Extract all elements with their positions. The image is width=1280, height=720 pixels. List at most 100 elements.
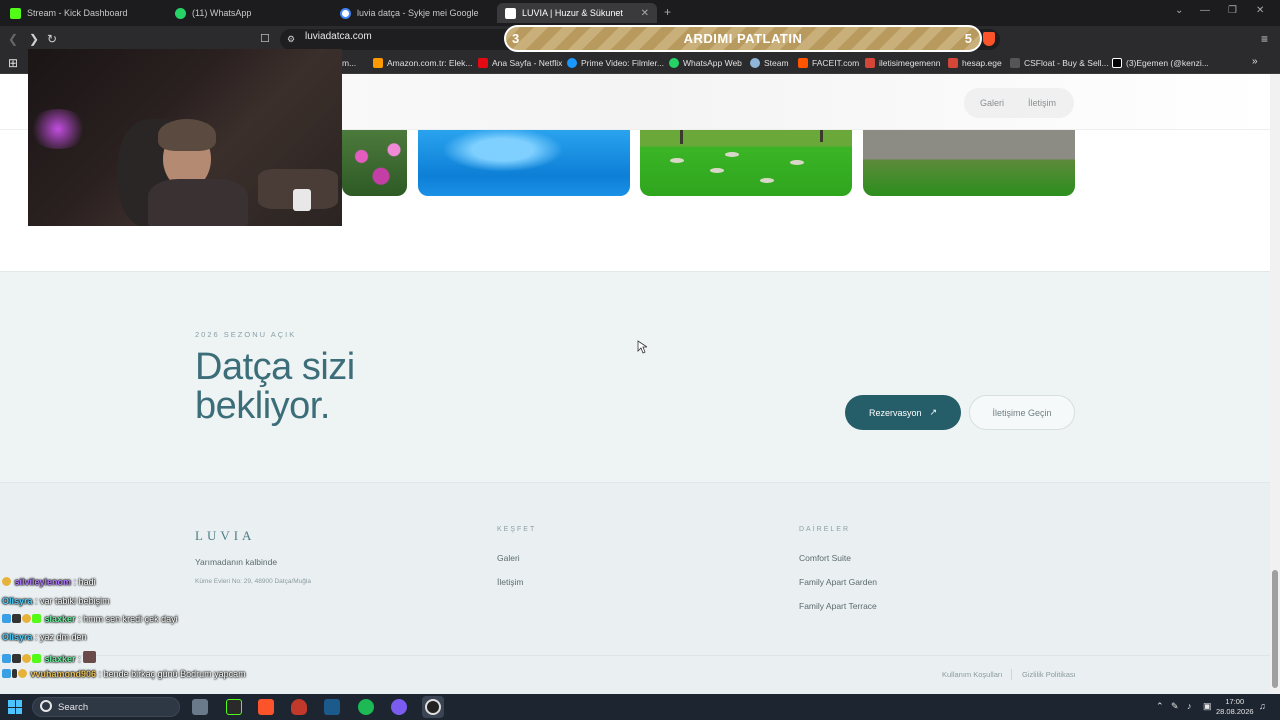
headline-line-1: Datça sizi [195, 346, 355, 388]
scrollbar-thumb[interactable] [1272, 570, 1278, 688]
tab-whatsapp[interactable]: (11) WhatsApp [167, 3, 332, 23]
bookmark-netflix[interactable]: Ana Sayfa - Netflix [478, 58, 562, 68]
minimize-button[interactable]: — [1200, 5, 1210, 16]
alert-text: ARDIMI PATLATIN [683, 31, 803, 46]
gallery-image-lawn[interactable] [640, 130, 852, 196]
chat-text: : hadi [73, 577, 96, 587]
taskbar-search-label[interactable]: Search [58, 702, 88, 713]
more-bookmarks-icon[interactable]: » [1252, 56, 1258, 67]
chat-username: silvileylenom [14, 577, 72, 587]
forward-icon[interactable]: ❯ [29, 32, 39, 46]
stream-alert-banner: 3 ARDIMI PATLATIN 5 [504, 25, 982, 52]
clock[interactable]: 17:00 28.08.2026 [1216, 697, 1254, 717]
mouse-cursor-icon [637, 340, 647, 354]
nav-link-gallery[interactable]: Galeri [980, 98, 1004, 108]
steam-app-icon[interactable] [324, 699, 340, 715]
torso-shape [148, 179, 248, 226]
bookmark-tiktok[interactable]: (3)Egemen (@kenzi... [1112, 58, 1209, 68]
tab-title: (11) WhatsApp [192, 8, 252, 18]
kick-icon [10, 7, 21, 19]
close-tab-icon[interactable]: ✕ [641, 8, 649, 19]
tab-google-search[interactable]: luvia datça - Sykje mei Google [332, 3, 497, 23]
gmail-icon [865, 58, 875, 68]
reservation-label: Rezervasyon [868, 407, 922, 418]
gallery-image-garden-wall[interactable] [863, 130, 1075, 196]
close-window-button[interactable]: ✕ [1256, 5, 1264, 16]
network-icon[interactable]: ▣ [1203, 701, 1212, 712]
cta-headline: Datça sizi bekliyor. [195, 348, 515, 426]
badge-icon [18, 669, 27, 678]
reservation-button[interactable]: Rezervasyon ↗ [845, 395, 961, 430]
terms-link[interactable]: Kullanım Koşulları [942, 670, 1002, 679]
brave-app-icon[interactable] [258, 699, 274, 715]
bookmark-steam[interactable]: Steam [750, 58, 789, 68]
spotify-icon[interactable] [358, 699, 374, 715]
chat-message: Olisyra : var tabiki bebişim [2, 596, 110, 606]
discord-icon[interactable] [391, 699, 407, 715]
privacy-link[interactable]: Gizlilik Politikası [1022, 670, 1076, 679]
windows-start-icon[interactable] [8, 700, 22, 714]
nav-link-contact[interactable]: İletişim [1028, 98, 1056, 108]
chat-text: : bende birkaç günü Bodrum yapcam [98, 669, 246, 679]
footer-link-gallery[interactable]: Galeri [497, 553, 520, 563]
bookmark-gmail-1[interactable]: iletisimegemenn [865, 58, 940, 68]
bookmark-whatsapp-web[interactable]: WhatsApp Web [669, 58, 742, 68]
brave-shield-icon[interactable] [983, 32, 995, 46]
kick-app-icon[interactable] [226, 699, 242, 715]
badge-icon [32, 654, 41, 663]
bookmark-gmail-2[interactable]: hesap.ege [948, 58, 1002, 68]
hair-shape [158, 119, 216, 151]
gallery-image-pool[interactable] [418, 130, 630, 196]
footer-link-family-garden[interactable]: Family Apart Garden [799, 577, 877, 587]
vanguard-icon[interactable] [291, 699, 307, 715]
badge-icon [12, 614, 21, 623]
new-tab-button[interactable]: + [664, 5, 671, 19]
bookmark-csfloat[interactable]: CSFloat - Buy & Sell... [1010, 58, 1109, 68]
netflix-icon [478, 58, 488, 68]
bookmark-label: Prime Video: Filmler... [581, 58, 664, 68]
footer-link-family-terrace[interactable]: Family Apart Terrace [799, 601, 877, 611]
gallery-image-flowers[interactable] [342, 130, 407, 196]
purple-light [28, 109, 88, 149]
badge-icon [32, 614, 41, 623]
bookmark-amazon[interactable]: Amazon.com.tr: Elek... [373, 58, 473, 68]
contact-button[interactable]: İletişime Geçin [969, 395, 1075, 430]
footer-tagline: Yarımadanın kalbinde [195, 557, 278, 567]
footer-address: Küme Evleri No: 29, 48900 Datça/Muğla [195, 578, 311, 585]
chat-message: slaxker : [2, 651, 97, 664]
page-scrollbar[interactable] [1270, 74, 1280, 694]
bookmark-icon[interactable]: ☐ [260, 32, 270, 45]
tab-luvia[interactable]: LUVIA | Huzur & Sükunet ✕ [497, 3, 657, 23]
footer-link-comfort-suite[interactable]: Comfort Suite [799, 553, 851, 563]
taskbar-search-box[interactable] [32, 697, 180, 717]
tray-overflow-icon[interactable]: ⌃ [1156, 701, 1164, 712]
site-info-icon[interactable]: ⚙ [287, 34, 295, 45]
tab-kick-dashboard[interactable]: Stream - Kick Dashboard [2, 3, 167, 23]
bookmark-prime-video[interactable]: Prime Video: Filmler... [567, 58, 664, 68]
menu-icon[interactable]: ≡ [1261, 32, 1268, 46]
mic-muted-icon[interactable]: ✎ [1171, 701, 1179, 712]
task-view-icon[interactable] [192, 699, 208, 715]
obs-app-button[interactable] [422, 696, 444, 718]
webcam-overlay [28, 49, 342, 226]
alert-right-count: 5 [964, 31, 972, 46]
footer-logo[interactable]: LUVIA [195, 528, 255, 544]
tab-search-icon[interactable]: ⌄ [1175, 5, 1183, 16]
clock-date: 28.08.2026 [1216, 707, 1254, 716]
url-text[interactable]: luviadatca.com [305, 31, 372, 42]
stepping-stone [760, 178, 774, 183]
whatsapp-icon [669, 58, 679, 68]
volume-icon[interactable]: ♪ [1187, 701, 1192, 711]
taskbar [0, 694, 1280, 720]
microphone-shape [293, 189, 311, 211]
maximize-button[interactable]: ❐ [1228, 5, 1237, 16]
apps-grid-icon[interactable]: ⊞ [8, 56, 18, 70]
bookmark-item[interactable]: m... [342, 58, 356, 68]
bookmark-faceit[interactable]: FACEIT.com [798, 58, 859, 68]
tree-trunk [820, 130, 823, 142]
stepping-stone [710, 168, 724, 173]
back-icon[interactable]: ❮ [8, 32, 18, 46]
reload-icon[interactable]: ↻ [47, 32, 57, 46]
notifications-icon[interactable]: ♫ [1259, 701, 1266, 711]
footer-link-contact[interactable]: İletişim [497, 577, 523, 587]
